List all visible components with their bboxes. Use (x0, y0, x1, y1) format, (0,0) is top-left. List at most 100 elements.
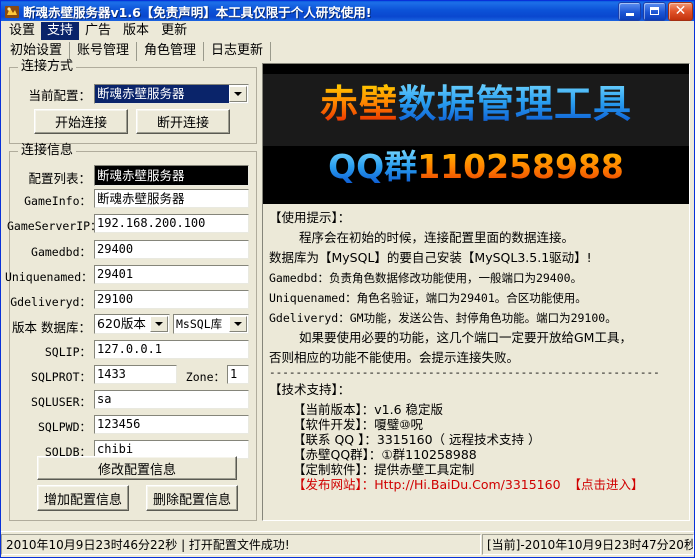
zone-input[interactable]: 1 (227, 365, 249, 384)
application-window: 断魂赤壁服务器v1.6【免责声明】本工具仅限于个人研究使用! ✕ 设置 支持 广… (0, 0, 695, 558)
menu-item-update[interactable]: 更新 (155, 22, 193, 40)
close-icon: ✕ (675, 5, 687, 17)
support-value: v1.6 稳定版 (374, 402, 443, 417)
help-line-intro: 程序会在初始的时候，连接配置里面的数据连接。 (269, 228, 683, 248)
banner-qq-group: QQ群110258988 (263, 148, 689, 186)
website-url[interactable]: Http://Hi.BaiDu.Com/3315160 (374, 477, 560, 492)
sqlpwd-label: SQLPWD： (19, 419, 91, 435)
maximize-icon (650, 7, 659, 15)
menu-bar: 设置 支持 广告 版本 更新 (1, 21, 694, 40)
version-db-label: 版本 数据库： (11, 317, 91, 336)
chevron-down-icon[interactable] (229, 86, 247, 102)
chevron-down-icon[interactable] (229, 316, 247, 332)
config-list-label: 配置列表： (15, 168, 91, 187)
gamedbd-label: Gamedbd： (15, 244, 91, 260)
start-connect-button[interactable]: 开始连接 (34, 109, 128, 134)
sqlprot-input[interactable]: 1433 (94, 365, 177, 384)
minimize-button[interactable] (618, 2, 641, 21)
connection-info-legend: 连接信息 (18, 144, 76, 158)
gamedbd-input[interactable]: 29400 (94, 240, 249, 259)
sqlpwd-input[interactable]: 123456 (94, 415, 249, 434)
menu-item-support[interactable]: 支持 (41, 22, 79, 40)
gdeliveryd-label: Gdeliveryd： (7, 294, 91, 310)
gameserverip-input[interactable]: 192.168.200.100 (94, 214, 249, 233)
support-key: 【定制软件】： (293, 462, 374, 477)
support-row: 【联系 QQ 】：3315160（ 远程技术支持 ） (293, 432, 683, 447)
help-line-gamedbd: Gamedbd：负责角色数据修改功能使用，一般端口为29400。 (269, 268, 683, 288)
gameserverip-label: GameServerIP： (7, 218, 91, 234)
current-config-label: 当前配置： (17, 85, 91, 104)
help-line-ports-1: 如果要使用必要的功能，这几个端口一定要开放给GM工具， (269, 328, 683, 348)
menu-item-settings[interactable]: 设置 (3, 22, 41, 40)
menu-item-version[interactable]: 版本 (117, 22, 155, 40)
sqluser-input[interactable]: sa (94, 390, 249, 409)
support-row: 【当前版本】：v1.6 稳定版 (293, 402, 683, 417)
connection-method-legend: 连接方式 (18, 60, 76, 74)
banner-qq-number: 110258988 (417, 147, 624, 186)
banner-title-part1: 赤壁 (320, 82, 398, 126)
help-divider: ----------------------------------------… (269, 368, 683, 378)
support-value: ①群110258988 (381, 447, 476, 462)
minimize-icon (626, 13, 634, 16)
app-icon (4, 4, 20, 19)
sqluser-label: SQLUSER： (15, 394, 91, 410)
sqlprot-label: SQLPROT： (15, 369, 91, 385)
help-title: 【使用提示】： (269, 208, 683, 228)
menu-item-ads[interactable]: 广告 (79, 22, 117, 40)
support-key: 【当前版本】： (293, 402, 374, 417)
banner-title: 赤壁数据管理工具 (263, 82, 689, 126)
uniquenamed-label: Uniquenamed： (5, 269, 91, 285)
support-row: 【软件开发】：嗄璧⑩呪 (293, 417, 683, 432)
help-line-ports-2: 否则相应的功能不能使用。会提示连接失败。 (269, 348, 683, 368)
gdeliveryd-input[interactable]: 29100 (94, 290, 249, 309)
website-key: 【发布网站】： (293, 477, 374, 492)
banner-title-part2: 数据管理工具 (398, 82, 632, 126)
chevron-down-icon[interactable] (150, 316, 168, 332)
tab-account-management[interactable]: 账号管理 (70, 42, 137, 61)
support-row: 【赤壁QQ群】：①群110258988 (293, 447, 683, 462)
support-rows: 【当前版本】：v1.6 稳定版 【软件开发】：嗄璧⑩呪 【联系 QQ 】：331… (269, 402, 683, 492)
help-line-mysql: 数据库为【MySQL】的要自己安装【MySQL3.5.1驱动】! (269, 248, 683, 268)
tab-log-update[interactable]: 日志更新 (204, 42, 271, 61)
tab-strip: 初始设置 账号管理 角色管理 日志更新 (1, 40, 694, 61)
banner-qq-label: QQ群 (328, 147, 417, 186)
delete-config-button[interactable]: 删除配置信息 (146, 485, 238, 511)
support-key: 【赤壁QQ群】： (293, 447, 381, 462)
help-text-area: 【使用提示】： 程序会在初始的时候，连接配置里面的数据连接。 数据库为【MySQ… (263, 204, 689, 520)
status-current-time: [当前]-2010年10月9日23时47分20秒 (482, 534, 694, 555)
info-panel: 赤壁数据管理工具 QQ群110258988 【使用提示】： 程序会在初始的时候，… (262, 63, 690, 521)
gameinfo-label: GameInfo： (9, 193, 91, 209)
title-bar: 断魂赤壁服务器v1.6【免责声明】本工具仅限于个人研究使用! ✕ (1, 1, 695, 21)
maximize-button[interactable] (643, 2, 666, 21)
config-list-listbox[interactable]: 断魂赤壁服务器 (94, 165, 249, 186)
help-line-uniquenamed: Uniquenamed：角色名验证，端口为29401。合区功能使用。 (269, 288, 683, 308)
uniquenamed-input[interactable]: 29401 (94, 265, 249, 284)
window-title: 断魂赤壁服务器v1.6【免责声明】本工具仅限于个人研究使用! (23, 2, 618, 21)
zone-label: Zone： (182, 369, 225, 385)
support-title: 【技术支持】： (269, 378, 683, 402)
close-button[interactable]: ✕ (668, 2, 693, 21)
modify-config-button[interactable]: 修改配置信息 (37, 456, 237, 480)
database-combobox[interactable]: MsSQL库 (173, 314, 249, 334)
sqlip-label: SQLIP： (27, 344, 91, 360)
status-message: 2010年10月9日23时46分22秒 | 打开配置文件成功! (1, 534, 481, 555)
add-config-button[interactable]: 增加配置信息 (37, 485, 129, 511)
sqlip-input[interactable]: 127.0.0.1 (94, 340, 249, 359)
gameinfo-input[interactable]: 断魂赤壁服务器 (94, 189, 249, 208)
disconnect-button[interactable]: 断开连接 (136, 109, 230, 134)
current-config-value: 断魂赤壁服务器 (95, 85, 229, 103)
support-key: 【联系 QQ 】： (293, 432, 377, 447)
website-row[interactable]: 【发布网站】：Http://Hi.BaiDu.Com/3315160 【点击进入… (293, 477, 683, 492)
tab-role-management[interactable]: 角色管理 (137, 42, 204, 61)
database-value: MsSQL库 (174, 315, 229, 333)
version-value: 620版本 (95, 315, 150, 333)
support-value: 3315160（ 远程技术支持 ） (377, 432, 541, 447)
window-controls: ✕ (618, 2, 693, 21)
version-combobox[interactable]: 620版本 (94, 314, 170, 334)
current-config-combobox[interactable]: 断魂赤壁服务器 (94, 84, 249, 104)
website-enter-link[interactable]: 【点击进入】 (569, 477, 644, 492)
status-bar: 2010年10月9日23时46分22秒 | 打开配置文件成功! [当前]-201… (1, 531, 694, 557)
banner-image: 赤壁数据管理工具 QQ群110258988 (263, 64, 689, 204)
support-value: 提供赤壁工具定制 (374, 462, 474, 477)
current-config-row: 当前配置： (17, 85, 91, 104)
